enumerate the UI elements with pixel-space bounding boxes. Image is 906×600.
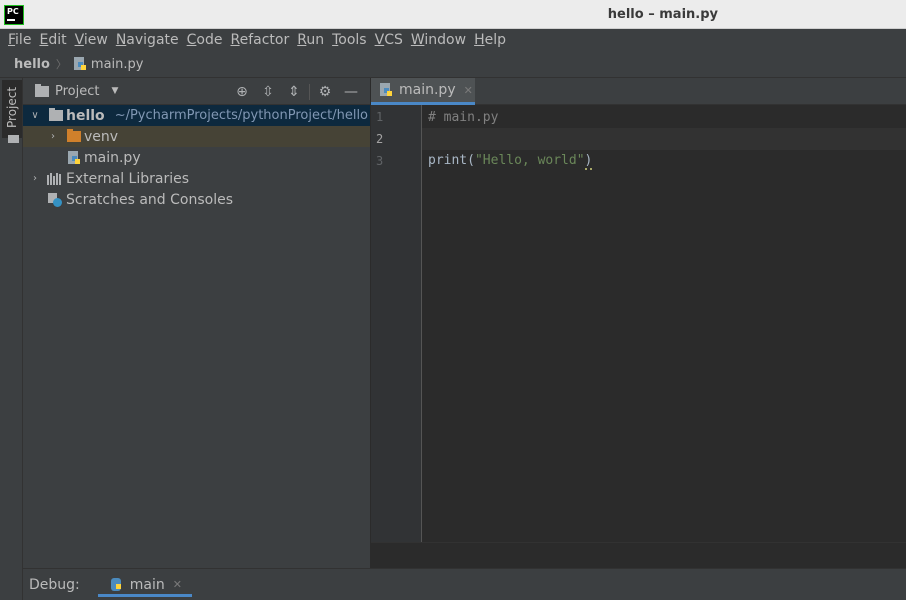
folder-icon <box>49 108 63 121</box>
breadcrumb: hello 〉 main.py <box>0 51 906 78</box>
project-panel: Project ▼ ⊕ ⇳ ⇕ ⚙ — ∨ hello ~/PycharmPro… <box>23 78 371 568</box>
debug-tab-label: main <box>129 576 165 593</box>
locate-target-icon[interactable]: ⊕ <box>229 82 255 102</box>
menu-navigate[interactable]: Navigate <box>112 32 183 48</box>
editor-tab-main-py[interactable]: main.py ✕ <box>371 78 475 105</box>
menu-bar: File Edit View Navigate Code Refactor Ru… <box>0 29 906 51</box>
python-file-icon <box>67 150 81 165</box>
close-icon[interactable]: ✕ <box>173 578 182 591</box>
line-number: 3 <box>376 154 384 168</box>
code-line: print("Hello, world") <box>428 153 593 170</box>
breadcrumb-project[interactable]: hello <box>14 57 50 72</box>
project-panel-header: Project ▼ ⊕ ⇳ ⇕ ⚙ — <box>23 78 370 105</box>
menu-tools[interactable]: Tools <box>328 32 371 48</box>
menu-file[interactable]: File <box>4 32 35 48</box>
chevron-down-icon[interactable]: ∨ <box>27 110 43 121</box>
project-view-selector[interactable]: Project <box>55 84 99 99</box>
code-line: # main.py <box>428 110 499 125</box>
code-editor[interactable]: 1 2 3 # main.py print("Hello, world") <box>371 105 906 568</box>
editor-tab-label: main.py <box>399 82 456 98</box>
project-tree: ∨ hello ~/PycharmProjects/pythonProject/… <box>23 105 370 210</box>
tree-item-label: main.py <box>84 149 141 166</box>
line-number-gutter: 1 2 3 <box>371 105 422 542</box>
chevron-right-icon[interactable]: › <box>45 131 61 142</box>
project-tool-tab-label: Project <box>5 86 19 128</box>
gear-icon[interactable]: ⚙ <box>312 82 338 102</box>
close-icon[interactable]: ✕ <box>464 84 473 97</box>
editor-bottom-strip <box>371 542 906 568</box>
menu-refactor[interactable]: Refactor <box>226 32 293 48</box>
breadcrumb-file[interactable]: main.py <box>91 57 144 72</box>
tree-item-external-libraries[interactable]: › External Libraries <box>23 168 370 189</box>
code-warning-squiggle: ) <box>584 153 593 170</box>
collapse-all-icon[interactable]: ⇕ <box>281 82 307 102</box>
python-icon <box>110 577 124 592</box>
menu-edit[interactable]: Edit <box>35 32 70 48</box>
tree-item-venv[interactable]: › venv <box>23 126 370 147</box>
toolbar-divider <box>309 84 310 100</box>
venv-folder-icon <box>67 129 81 142</box>
tree-item-label: venv <box>84 128 119 145</box>
menu-help[interactable]: Help <box>470 32 510 48</box>
tree-item-hello[interactable]: ∨ hello ~/PycharmProjects/pythonProject/… <box>23 105 370 126</box>
tree-item-path: ~/PycharmProjects/pythonProject/hello <box>114 108 369 123</box>
project-folder-icon <box>35 83 49 97</box>
tree-item-main-py[interactable]: main.py <box>23 147 370 168</box>
active-tab-indicator <box>97 593 192 597</box>
tree-item-scratches[interactable]: Scratches and Consoles <box>23 189 370 210</box>
menu-code[interactable]: Code <box>183 32 227 48</box>
python-file-icon <box>379 83 393 97</box>
menu-vcs[interactable]: VCS <box>371 32 407 48</box>
line-number: 2 <box>376 132 384 146</box>
debug-label: Debug: <box>29 576 80 593</box>
python-file-icon <box>73 57 87 71</box>
tree-item-label: Scratches and Consoles <box>66 191 233 208</box>
editor-tabs: main.py ✕ <box>371 78 906 105</box>
tree-item-label: hello <box>66 107 105 124</box>
chevron-right-icon[interactable]: › <box>27 173 43 184</box>
scratches-icon <box>47 192 63 208</box>
title-bar: PC hello – main.py <box>0 0 906 29</box>
tree-item-label: External Libraries <box>66 170 189 187</box>
debug-tab-main[interactable]: main ✕ <box>97 569 192 600</box>
menu-run[interactable]: Run <box>293 32 328 48</box>
minimize-icon[interactable]: — <box>338 82 364 102</box>
left-tool-strip: Project <box>0 78 23 600</box>
libraries-icon <box>47 172 63 185</box>
debug-tool-window-bar: Debug: main ✕ <box>23 568 906 600</box>
line-number: 1 <box>376 110 384 124</box>
expand-all-icon[interactable]: ⇳ <box>255 82 281 102</box>
dropdown-arrow-icon[interactable]: ▼ <box>111 86 118 96</box>
project-tool-tab[interactable]: Project <box>2 80 22 143</box>
chevron-right-icon: 〉 <box>55 58 67 71</box>
menu-window[interactable]: Window <box>407 32 470 48</box>
folder-icon <box>8 135 19 143</box>
current-line-highlight <box>371 128 906 150</box>
window-title: hello – main.py <box>607 7 718 22</box>
menu-view[interactable]: View <box>71 32 112 48</box>
